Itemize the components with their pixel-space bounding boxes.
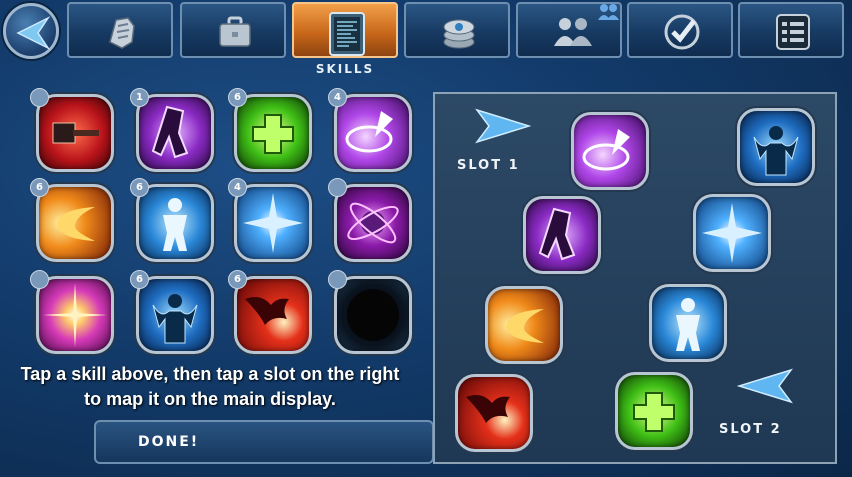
back-arrow-icon xyxy=(16,16,51,50)
skill-level-badge: 6 xyxy=(228,270,247,289)
blue-hero-skill-icon xyxy=(163,198,187,251)
skill-level-badge: 6 xyxy=(30,178,49,197)
tab-armor[interactable] xyxy=(67,2,173,58)
red-dragon-skill-icon xyxy=(245,297,289,325)
skill-level-badge: 6 xyxy=(228,88,247,107)
skill-level-badge xyxy=(30,88,49,107)
purple-orbit-skill-icon xyxy=(347,202,399,244)
skill-level-badge: 1 xyxy=(130,88,149,107)
blue-burst-skill-icon xyxy=(243,193,303,253)
skill-starburst[interactable] xyxy=(36,276,114,354)
skill-level-badge: 4 xyxy=(228,178,247,197)
fire-dash-skill-icon xyxy=(57,207,95,241)
slot-skill-hero[interactable] xyxy=(649,284,727,362)
skills-terminal-icon xyxy=(329,12,365,56)
slot-skill-vortex[interactable] xyxy=(571,112,649,190)
instructions-line-2: to map it on the main display. xyxy=(84,389,336,409)
skill-level-badge: 6 xyxy=(130,178,149,197)
friends-notification-icon xyxy=(598,4,619,20)
tab-credits[interactable] xyxy=(404,2,510,58)
done-button[interactable]: DONE! xyxy=(94,420,434,464)
skill-vortex[interactable] xyxy=(334,94,412,172)
tab-skills[interactable] xyxy=(292,2,398,58)
skill-flex[interactable] xyxy=(136,276,214,354)
locked-skill-icon xyxy=(347,289,399,341)
purple-vortex-skill-icon xyxy=(345,111,393,153)
skill-level-badge xyxy=(328,270,347,289)
slot-1-label: SLOT 1 xyxy=(457,158,520,173)
slot-skill-flex[interactable] xyxy=(737,108,815,186)
skill-level-badge xyxy=(328,178,347,197)
green-heal-skill-icon xyxy=(633,392,675,432)
purple-stomp-skill-icon xyxy=(151,105,189,159)
skill-level-badge xyxy=(30,270,49,289)
skill-hammer[interactable] xyxy=(36,94,114,172)
blue-burst-skill-icon xyxy=(702,203,762,263)
tab-skills-label: SKILLS xyxy=(315,62,375,76)
skill-hero[interactable] xyxy=(136,184,214,262)
list-icon xyxy=(776,14,810,50)
instructions-text: Tap a skill above, then tap a slot on th… xyxy=(0,362,420,412)
instructions-line-1: Tap a skill above, then tap a slot on th… xyxy=(20,364,400,384)
coins-icon xyxy=(443,19,475,49)
tab-inventory[interactable] xyxy=(180,2,286,58)
skill-fire-dash[interactable] xyxy=(36,184,114,262)
checkmark-icon xyxy=(664,14,700,50)
red-dragon-skill-icon xyxy=(466,395,510,423)
slot-1-arrow-icon xyxy=(475,108,531,144)
skill-burst[interactable] xyxy=(234,184,312,262)
slot-skill-dragon[interactable] xyxy=(455,374,533,452)
armor-icon xyxy=(109,17,135,49)
blue-hero-skill-icon xyxy=(676,298,700,351)
slot-skill-heal[interactable] xyxy=(615,372,693,450)
skill-level-badge: 6 xyxy=(130,270,149,289)
slot-skill-burst[interactable] xyxy=(693,194,771,272)
briefcase-icon xyxy=(219,16,251,47)
purple-vortex-skill-icon xyxy=(582,129,630,171)
people-icon xyxy=(554,18,592,46)
fire-dash-skill-icon xyxy=(506,309,544,343)
blue-flex-skill-icon xyxy=(753,126,799,176)
slot-2-label: SLOT 2 xyxy=(719,422,782,437)
skill-locked[interactable] xyxy=(334,276,412,354)
back-button[interactable] xyxy=(3,3,59,59)
slot-skill-stomp[interactable] xyxy=(523,196,601,274)
skill-orbit[interactable] xyxy=(334,184,412,262)
done-button-label: DONE! xyxy=(138,434,200,450)
hammer-skill-icon xyxy=(52,122,99,144)
top-nav xyxy=(0,0,852,62)
starburst-skill-icon xyxy=(43,283,107,347)
slot-mapping-panel: SLOT 1 SLOT 2 xyxy=(433,92,837,464)
skill-heal[interactable] xyxy=(234,94,312,172)
tab-menu[interactable] xyxy=(738,2,844,58)
skill-dragon[interactable] xyxy=(234,276,312,354)
skill-level-badge: 4 xyxy=(328,88,347,107)
blue-flex-skill-icon xyxy=(152,294,198,344)
skill-stomp[interactable] xyxy=(136,94,214,172)
slot-2-arrow-icon xyxy=(737,368,793,404)
tab-missions[interactable] xyxy=(627,2,733,58)
green-heal-skill-icon xyxy=(252,114,294,154)
slot-skill-fire-dash[interactable] xyxy=(485,286,563,364)
purple-stomp-skill-icon xyxy=(538,207,576,261)
